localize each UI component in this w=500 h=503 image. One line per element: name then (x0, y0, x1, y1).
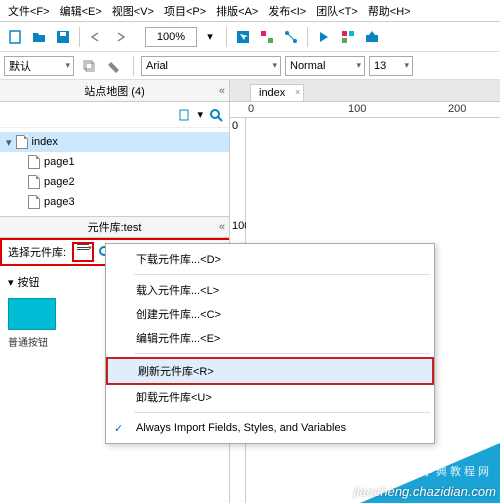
sitemap-tools: ▾ (0, 102, 229, 128)
separator (79, 27, 80, 47)
tree-item-page2[interactable]: page2 (0, 172, 229, 192)
open-folder-icon[interactable] (28, 26, 50, 48)
ruler-horizontal: 0 100 200 (230, 102, 500, 118)
menu-project[interactable]: 项目<P> (160, 1, 210, 21)
page-icon (28, 155, 40, 169)
menu-separator (134, 274, 430, 275)
page-icon (28, 175, 40, 189)
tree-item-page1[interactable]: page1 (0, 152, 229, 172)
canvas-tab-bar: index × (230, 80, 500, 102)
connector-icon[interactable] (280, 26, 302, 48)
menu-bar: 文件<F> 编辑<E> 视图<V> 项目<P> 排版<A> 发布<I> 团队<T… (0, 0, 500, 22)
watermark-text-2: jiaocheng.chazidian.com (354, 484, 496, 499)
menu-view[interactable]: 视图<V> (108, 1, 158, 21)
check-icon: ✓ (114, 422, 123, 435)
select-mode-icon[interactable] (232, 26, 254, 48)
close-icon[interactable]: × (295, 87, 300, 97)
ruler-mark: 0 (232, 120, 238, 132)
save-icon[interactable] (52, 26, 74, 48)
zoom-level[interactable]: 100% (145, 27, 197, 47)
copy-style-icon[interactable] (78, 55, 100, 77)
tree-root-index[interactable]: ▾ index (0, 132, 229, 152)
sitemap-header: 站点地图 (4) « (0, 80, 229, 102)
chevron-down-icon: ▾ (8, 276, 14, 289)
menu-team[interactable]: 团队<T> (312, 1, 362, 21)
tree-label: page2 (44, 176, 75, 188)
add-folder-icon[interactable]: ▾ (197, 108, 203, 121)
zoom-dropdown-icon[interactable]: ▾ (199, 26, 221, 48)
library-selector-label: 选择元件库: (6, 244, 68, 260)
search-icon[interactable] (209, 108, 223, 122)
publish-icon[interactable] (361, 26, 383, 48)
menu-arrange[interactable]: 排版<A> (212, 1, 262, 21)
menu-help[interactable]: 帮助<H> (364, 1, 415, 21)
menu-publish[interactable]: 发布<I> (264, 1, 310, 21)
menu-load-library[interactable]: 载入元件库...<L> (106, 278, 434, 302)
library-title: 元件库:test (88, 219, 142, 235)
canvas-tab-index[interactable]: index × (250, 84, 304, 101)
separator (133, 56, 134, 76)
font-weight-combo[interactable]: Normal (285, 56, 365, 76)
add-page-icon[interactable] (177, 108, 191, 122)
ruler-mark: 200 (448, 103, 466, 115)
watermark-text-1: 脚字典教程网 (408, 463, 492, 479)
preview-icon[interactable] (313, 26, 335, 48)
font-family-combo[interactable]: Arial (141, 56, 281, 76)
ruler-mark: 100 (348, 103, 366, 115)
tab-label: index (259, 87, 285, 99)
tree-label: index (32, 136, 58, 148)
tree-label: page3 (44, 196, 75, 208)
section-label: 按钮 (18, 274, 40, 290)
collapse-icon[interactable]: « (219, 221, 225, 233)
sitemap-title: 站点地图 (4) (84, 83, 145, 99)
menu-file[interactable]: 文件<F> (4, 1, 54, 21)
library-menu-button[interactable] (72, 242, 94, 262)
main-toolbar: 100% ▾ (0, 22, 500, 52)
ruler-mark: 0 (248, 103, 254, 115)
undo-icon[interactable] (85, 26, 107, 48)
menu-refresh-library[interactable]: 刷新元件库<R> (106, 357, 434, 385)
menu-always-import[interactable]: ✓ Always Import Fields, Styles, and Vari… (106, 416, 434, 440)
separator (226, 27, 227, 47)
menu-create-library[interactable]: 创建元件库...<C> (106, 302, 434, 326)
redo-icon[interactable] (109, 26, 131, 48)
menu-edit-library[interactable]: 编辑元件库...<E> (106, 326, 434, 350)
page-icon (16, 135, 28, 149)
separator (307, 27, 308, 47)
menu-separator (134, 412, 430, 413)
style-combo[interactable]: 默认 (4, 56, 74, 76)
widget-button-preview[interactable] (8, 298, 56, 330)
format-toolbar: 默认 Arial Normal 13 (0, 52, 500, 80)
share-icon[interactable] (337, 26, 359, 48)
menu-label: Always Import Fields, Styles, and Variab… (136, 422, 346, 434)
paint-icon[interactable] (104, 55, 126, 77)
page-icon (28, 195, 40, 209)
font-size-combo[interactable]: 13 (369, 56, 413, 76)
menu-edit[interactable]: 编辑<E> (56, 1, 106, 21)
tree-item-page3[interactable]: page3 (0, 192, 229, 212)
collapse-icon[interactable]: « (219, 85, 225, 97)
library-context-menu: 下载元件库...<D> 载入元件库...<L> 创建元件库...<C> 编辑元件… (105, 243, 435, 444)
menu-unload-library[interactable]: 卸载元件库<U> (106, 385, 434, 409)
new-file-icon[interactable] (4, 26, 26, 48)
crop-icon[interactable] (256, 26, 278, 48)
menu-separator (134, 353, 430, 354)
library-header: 元件库:test « (0, 216, 229, 238)
menu-download-library[interactable]: 下载元件库...<D> (106, 247, 434, 271)
tree-label: page1 (44, 156, 75, 168)
sitemap-tree: ▾ index page1 page2 page3 (0, 128, 229, 216)
